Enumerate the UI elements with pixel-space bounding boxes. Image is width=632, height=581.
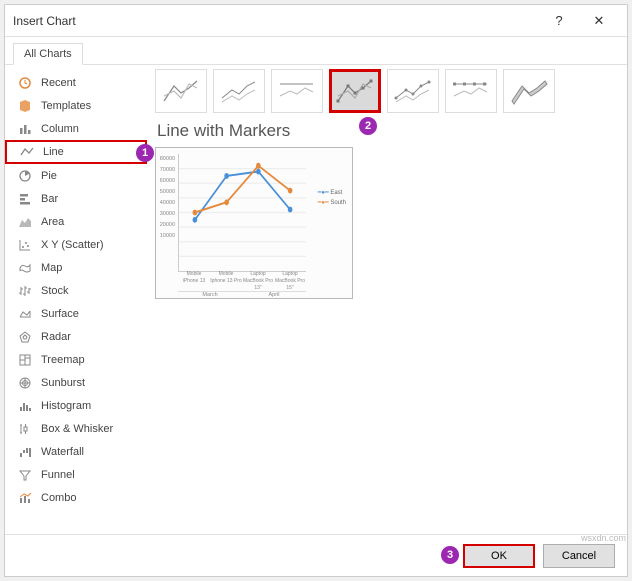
sidebar-item-label: Column — [41, 123, 79, 135]
scatter-icon — [17, 237, 33, 253]
sidebar-item-recent[interactable]: Recent — [5, 71, 147, 94]
ok-button[interactable]: OK — [463, 544, 535, 568]
combo-icon — [17, 490, 33, 506]
sidebar-item-boxwhisker[interactable]: Box & Whisker — [5, 417, 147, 440]
annotation-badge-1: 1 — [136, 144, 154, 162]
sidebar-item-label: Waterfall — [41, 446, 84, 458]
treemap-icon — [17, 352, 33, 368]
area-icon — [17, 214, 33, 230]
recent-icon — [17, 75, 33, 91]
sidebar-item-treemap[interactable]: Treemap — [5, 348, 147, 371]
main-panel: 2 Line with Markers 80000 70000 60000 50… — [147, 65, 627, 534]
chart-legend: ━●━ East ━●━ South — [318, 188, 346, 208]
sidebar-item-label: Funnel — [41, 469, 75, 481]
annotation-badge-3: 3 — [441, 546, 459, 564]
surface-icon — [17, 306, 33, 322]
subtype-100-stacked-line-markers[interactable] — [445, 69, 497, 113]
sidebar-item-label: Templates — [41, 100, 91, 112]
sidebar-item-area[interactable]: Area — [5, 210, 147, 233]
titlebar: Insert Chart ? ✕ — [5, 5, 627, 37]
subtype-stacked-line-markers[interactable] — [387, 69, 439, 113]
chart-preview[interactable]: 80000 70000 60000 50000 40000 30000 2000… — [155, 147, 353, 299]
funnel-icon — [17, 467, 33, 483]
line-icon — [19, 144, 35, 160]
sidebar-item-label: Box & Whisker — [41, 423, 113, 435]
sidebar-item-label: Bar — [41, 193, 58, 205]
radar-icon — [17, 329, 33, 345]
sidebar-item-label: Radar — [41, 331, 71, 343]
sidebar-item-waterfall[interactable]: Waterfall — [5, 440, 147, 463]
subtype-stacked-line[interactable] — [213, 69, 265, 113]
pie-icon — [17, 168, 33, 184]
sidebar-item-label: Map — [41, 262, 62, 274]
x-axis-labels: MobileiPhone 13 MobileIphone 13 Pro Lapt… — [178, 271, 306, 292]
subtype-3d-line[interactable] — [503, 69, 555, 113]
sidebar-item-label: Stock — [41, 285, 69, 297]
stock-icon — [17, 283, 33, 299]
x-axis-groups: March April — [178, 291, 306, 298]
sidebar-item-histogram[interactable]: Histogram — [5, 394, 147, 417]
subtype-line-markers[interactable] — [329, 69, 381, 113]
sidebar-item-surface[interactable]: Surface — [5, 302, 147, 325]
subtype-line[interactable] — [155, 69, 207, 113]
plot-grid — [178, 154, 306, 272]
close-button[interactable]: ✕ — [579, 7, 619, 35]
sidebar-item-label: Line — [43, 146, 64, 158]
sidebar-item-line[interactable]: Line 1 — [5, 140, 147, 164]
sunburst-icon — [17, 375, 33, 391]
chart-type-sidebar: Recent Templates Column Line 1 Pie Ba — [5, 65, 147, 534]
map-icon — [17, 260, 33, 276]
sidebar-item-scatter[interactable]: X Y (Scatter) — [5, 233, 147, 256]
sidebar-item-label: Sunburst — [41, 377, 85, 389]
templates-icon — [17, 98, 33, 114]
boxwhisker-icon — [17, 421, 33, 437]
sidebar-item-label: Surface — [41, 308, 79, 320]
sidebar-item-funnel[interactable]: Funnel — [5, 463, 147, 486]
sidebar-item-map[interactable]: Map — [5, 256, 147, 279]
help-button[interactable]: ? — [539, 7, 579, 35]
sidebar-item-radar[interactable]: Radar — [5, 325, 147, 348]
tab-all-charts[interactable]: All Charts — [13, 43, 83, 65]
y-axis-labels: 80000 70000 60000 50000 40000 30000 2000… — [159, 154, 175, 242]
sidebar-item-label: Pie — [41, 170, 57, 182]
sidebar-item-column[interactable]: Column — [5, 117, 147, 140]
dialog-title: Insert Chart — [13, 14, 539, 28]
sidebar-item-label: X Y (Scatter) — [41, 239, 104, 251]
dialog-footer: 3 OK Cancel — [5, 534, 627, 576]
insert-chart-dialog: Insert Chart ? ✕ All Charts Recent Templ… — [4, 4, 628, 577]
column-icon — [17, 121, 33, 137]
annotation-badge-2: 2 — [359, 117, 377, 135]
sidebar-item-label: Treemap — [41, 354, 85, 366]
sidebar-item-pie[interactable]: Pie — [5, 164, 147, 187]
sidebar-item-label: Histogram — [41, 400, 91, 412]
sidebar-item-templates[interactable]: Templates — [5, 94, 147, 117]
chart-subtype-title: Line with Markers — [157, 121, 619, 141]
bar-icon — [17, 191, 33, 207]
subtype-row: 2 — [155, 69, 619, 113]
sidebar-item-combo[interactable]: Combo — [5, 486, 147, 509]
dialog-body: Recent Templates Column Line 1 Pie Ba — [5, 65, 627, 534]
waterfall-icon — [17, 444, 33, 460]
histogram-icon — [17, 398, 33, 414]
tab-strip: All Charts — [5, 37, 627, 65]
sidebar-item-bar[interactable]: Bar — [5, 187, 147, 210]
sidebar-item-label: Combo — [41, 492, 76, 504]
sidebar-item-sunburst[interactable]: Sunburst — [5, 371, 147, 394]
sidebar-item-stock[interactable]: Stock — [5, 279, 147, 302]
watermark: wsxdn.com — [581, 533, 626, 543]
subtype-100-stacked-line[interactable] — [271, 69, 323, 113]
cancel-button[interactable]: Cancel — [543, 544, 615, 568]
sidebar-item-label: Recent — [41, 77, 76, 89]
sidebar-item-label: Area — [41, 216, 64, 228]
